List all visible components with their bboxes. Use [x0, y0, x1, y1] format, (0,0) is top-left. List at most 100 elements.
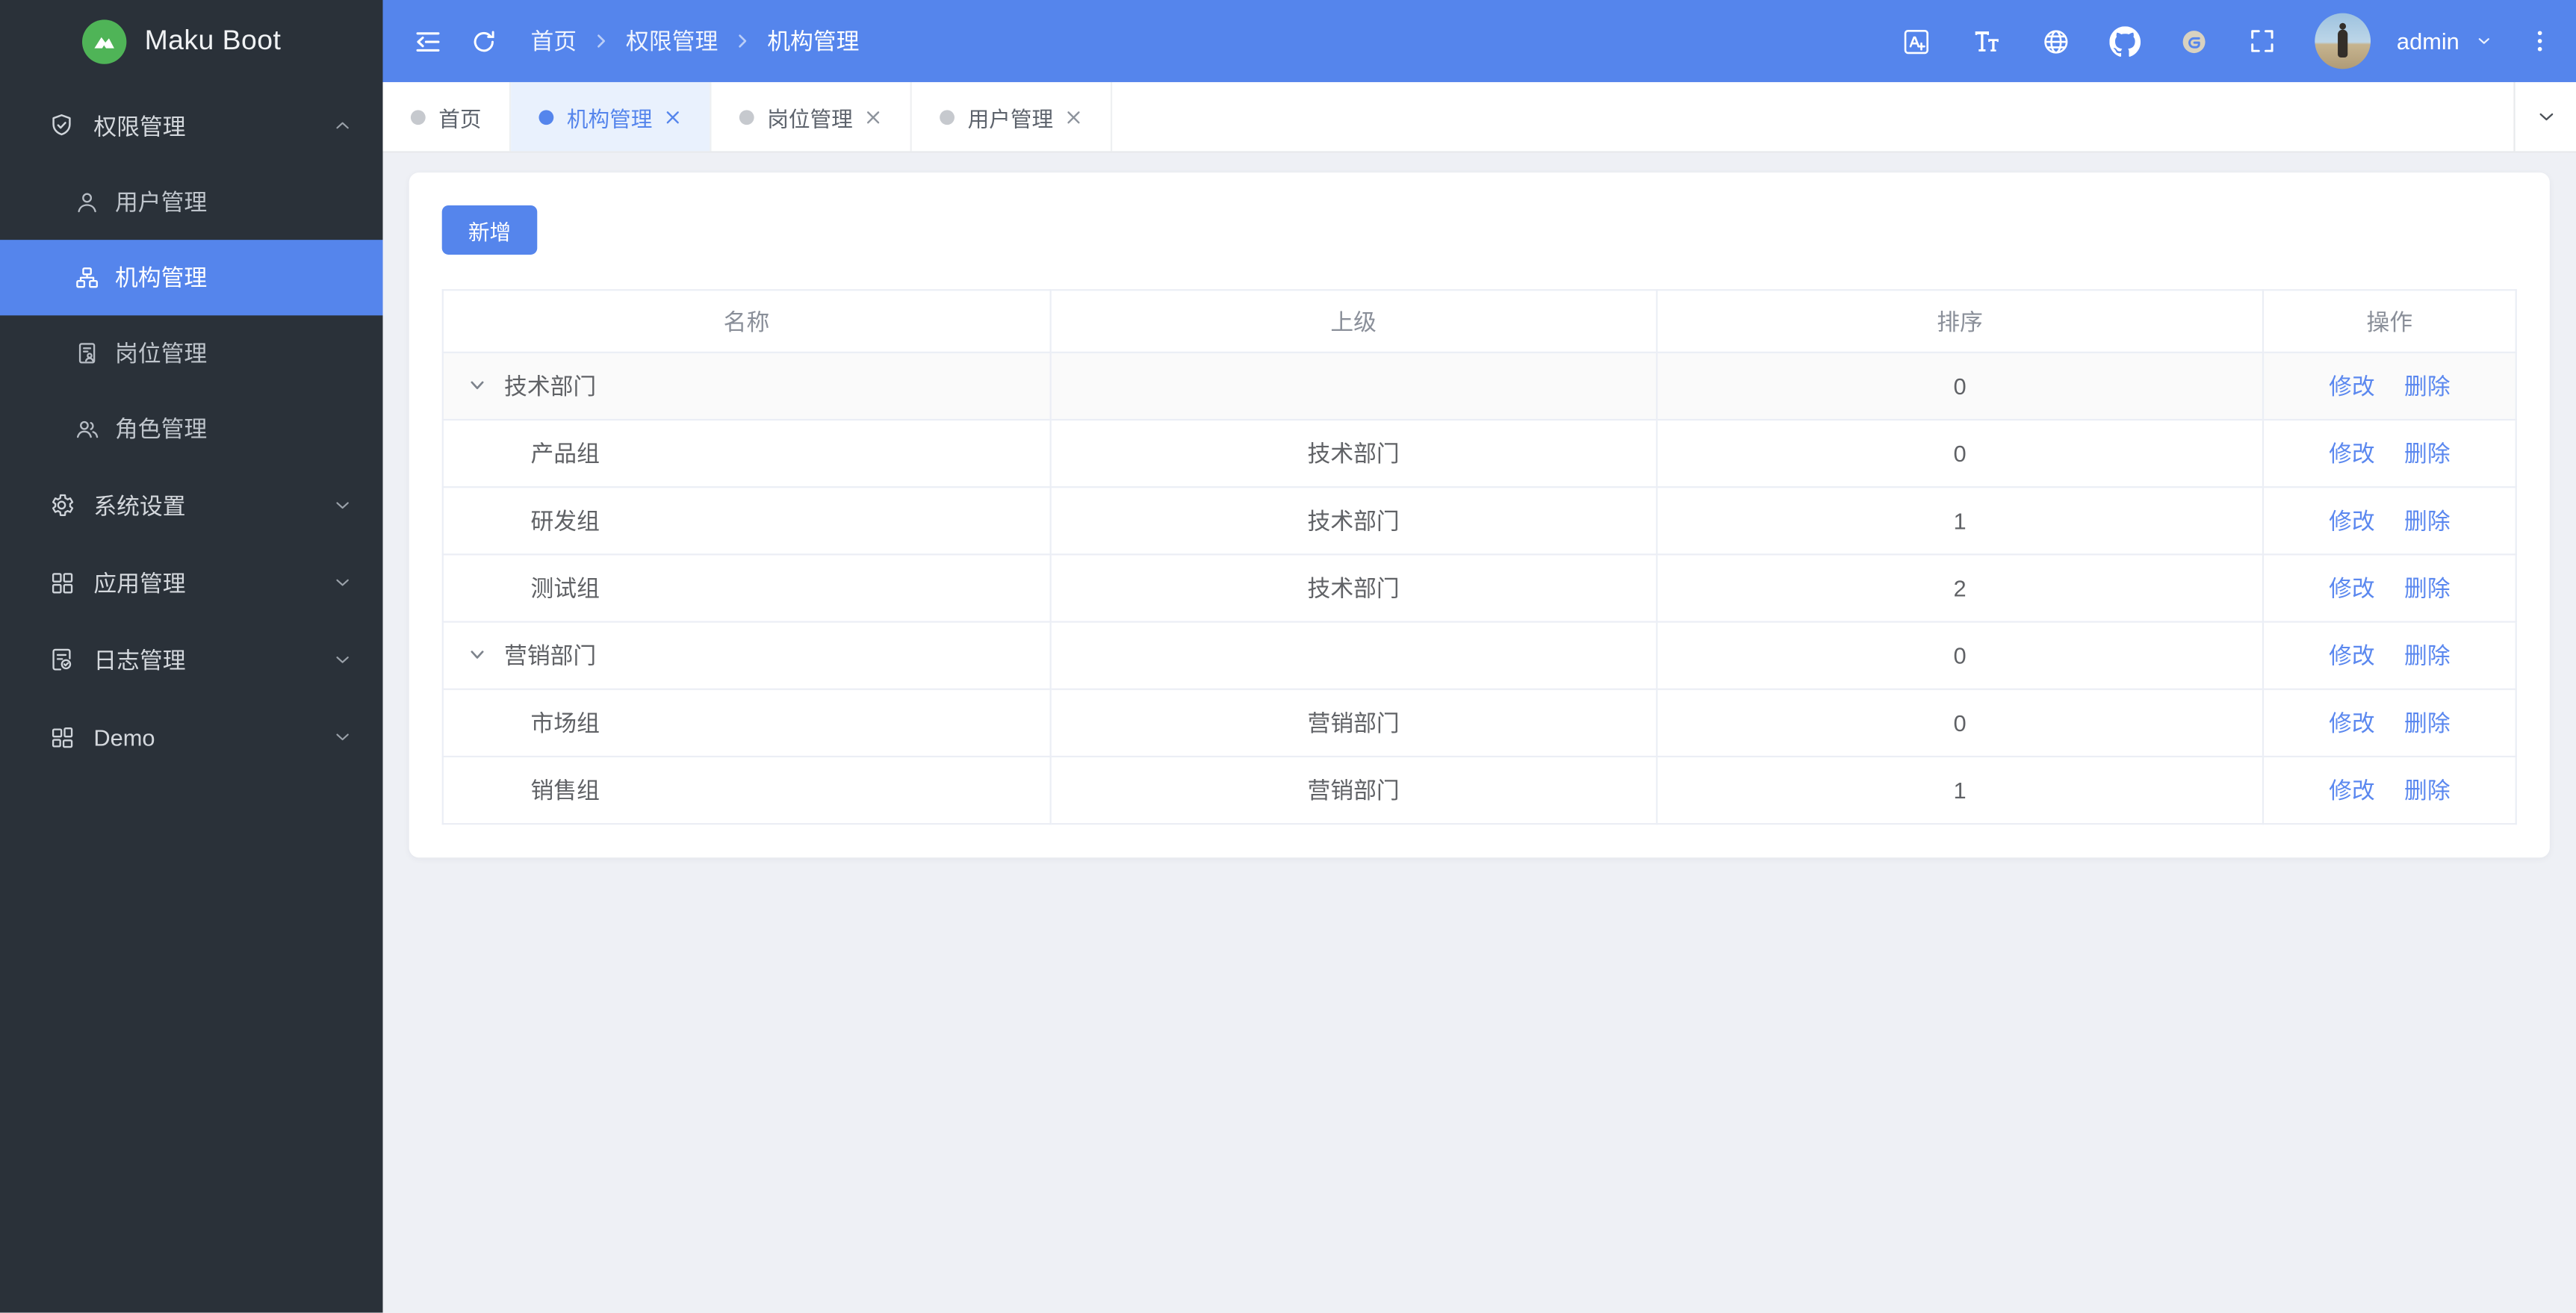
org-tree-icon: [74, 264, 100, 291]
edit-link[interactable]: 修改: [2329, 642, 2375, 668]
sidebar-group-label: 日志管理: [93, 646, 186, 673]
breadcrumb: 首页 权限管理 机构管理: [530, 25, 859, 58]
page-content: 新增 名称 上级 排序 操作 技术部门 0 修改 删除 产品组 技术部门 0 修…: [383, 153, 2576, 1313]
table-row[interactable]: 营销部门 0 修改 删除: [441, 621, 2517, 690]
sidebar-item-label: 机构管理: [114, 264, 208, 291]
app-logo[interactable]: Maku Boot: [0, 0, 383, 82]
org-name: 技术部门: [504, 373, 597, 400]
breadcrumb-item-permission[interactable]: 权限管理: [626, 25, 718, 58]
delete-link[interactable]: 删除: [2404, 642, 2451, 668]
tab-label: 机构管理: [566, 105, 653, 131]
table-row[interactable]: 技术部门 0 修改 删除: [441, 351, 2517, 421]
breadcrumb-item-org: 机构管理: [767, 28, 860, 55]
table-row[interactable]: 产品组 技术部门 0 修改 删除: [441, 418, 2517, 488]
tab-label: 首页: [438, 105, 482, 131]
font-size-icon[interactable]: [1970, 25, 2002, 58]
sidebar-menu: 权限管理 用户管理 机构管理 岗位管理 角色管理 系统设置 应用管理 日志管理 …: [0, 82, 383, 775]
sidebar-item-label: 岗位管理: [114, 340, 208, 367]
column-header-actions: 操作: [2262, 289, 2517, 353]
delete-link[interactable]: 删除: [2404, 777, 2451, 803]
globe-icon[interactable]: [2040, 25, 2072, 57]
sidebar-item-label: 角色管理: [114, 415, 208, 442]
edit-link[interactable]: 修改: [2329, 508, 2375, 534]
demo-grid-icon: [48, 724, 75, 750]
username[interactable]: admin: [2397, 28, 2459, 54]
expand-arrow-icon[interactable]: [467, 375, 488, 397]
sidebar-item-posts[interactable]: 岗位管理: [0, 315, 383, 391]
table-row[interactable]: 市场组 营销部门 0 修改 删除: [441, 688, 2517, 758]
github-icon[interactable]: [2109, 25, 2141, 57]
sidebar-group-permission[interactable]: 权限管理: [0, 87, 383, 164]
refresh-icon[interactable]: [455, 13, 511, 69]
kebab-menu-icon[interactable]: [2525, 26, 2555, 56]
sidebar-group-apps[interactable]: 应用管理: [0, 544, 383, 621]
org-sort: 0: [1655, 418, 2265, 488]
chevron-down-icon: [2534, 105, 2557, 128]
user-icon: [74, 189, 100, 215]
org-sort: 0: [1655, 621, 2265, 690]
tabs-dropdown[interactable]: [2513, 81, 2576, 152]
close-icon[interactable]: [664, 108, 682, 125]
delete-link[interactable]: 删除: [2404, 373, 2451, 399]
org-parent: 技术部门: [1049, 418, 1658, 488]
sidebar-group-demo[interactable]: Demo: [0, 698, 383, 775]
tab-home[interactable]: 首页: [383, 81, 512, 152]
fullscreen-icon[interactable]: [2247, 26, 2277, 56]
org-parent: 营销部门: [1049, 755, 1658, 825]
org-sort: 0: [1655, 351, 2265, 421]
org-parent: 技术部门: [1049, 553, 1658, 623]
sidebar-item-users[interactable]: 用户管理: [0, 164, 383, 240]
delete-link[interactable]: 删除: [2404, 710, 2451, 736]
delete-link[interactable]: 删除: [2404, 575, 2451, 601]
chevron-down-icon[interactable]: [2474, 31, 2494, 51]
org-parent: [1049, 621, 1658, 690]
table-row[interactable]: 研发组 技术部门 1 修改 删除: [441, 486, 2517, 556]
delete-link[interactable]: 删除: [2404, 440, 2451, 466]
sidebar-item-orgs[interactable]: 机构管理: [0, 240, 383, 316]
topbar: 首页 权限管理 机构管理 admin: [382, 0, 2576, 82]
chevron-down-icon: [332, 571, 353, 593]
table-row[interactable]: 测试组 技术部门 2 修改 删除: [441, 553, 2517, 623]
tab-user-management[interactable]: 用户管理: [912, 81, 1113, 152]
gitee-icon[interactable]: [2178, 25, 2209, 57]
org-card: 新增 名称 上级 排序 操作 技术部门 0 修改 删除 产品组 技术部门 0 修…: [409, 172, 2550, 858]
org-sort: 1: [1655, 486, 2265, 556]
menu-fold-icon[interactable]: [400, 13, 456, 69]
tab-label: 用户管理: [967, 105, 1054, 131]
gear-icon: [48, 491, 75, 519]
edit-link[interactable]: 修改: [2329, 777, 2375, 803]
delete-link[interactable]: 删除: [2404, 508, 2451, 534]
edit-link[interactable]: 修改: [2329, 440, 2375, 466]
sidebar-group-label: 权限管理: [93, 112, 186, 139]
sidebar-group-label: 系统设置: [93, 491, 186, 518]
shield-check-icon: [48, 112, 75, 140]
table-row[interactable]: 销售组 营销部门 1 修改 删除: [441, 755, 2517, 825]
roles-icon: [74, 416, 100, 442]
tab-org-management[interactable]: 机构管理: [511, 81, 712, 152]
org-sort: 2: [1655, 553, 2265, 623]
log-file-icon: [48, 645, 75, 673]
tab-dot-icon: [410, 109, 426, 125]
edit-link[interactable]: 修改: [2329, 575, 2375, 601]
close-icon[interactable]: [864, 108, 882, 125]
add-button[interactable]: 新增: [441, 205, 538, 255]
table-header-row: 名称 上级 排序 操作: [441, 289, 2517, 353]
edit-link[interactable]: 修改: [2329, 373, 2375, 399]
org-name: 产品组: [530, 440, 600, 467]
tab-dot-icon: [739, 109, 754, 125]
sidebar-group-system[interactable]: 系统设置: [0, 467, 383, 544]
tab-post-management[interactable]: 岗位管理: [712, 81, 912, 152]
column-header-parent: 上级: [1049, 289, 1658, 353]
close-icon[interactable]: [1064, 108, 1082, 125]
edit-link[interactable]: 修改: [2329, 710, 2375, 736]
expand-arrow-icon[interactable]: [467, 644, 488, 665]
translate-icon[interactable]: [1901, 25, 1932, 57]
tab-dot-icon: [940, 109, 955, 125]
org-parent: [1049, 351, 1658, 421]
avatar[interactable]: [2314, 13, 2371, 69]
sidebar-item-roles[interactable]: 角色管理: [0, 391, 383, 467]
chevron-down-icon: [332, 494, 353, 516]
topbar-actions: admin: [1901, 13, 2555, 69]
breadcrumb-item-home[interactable]: 首页: [530, 25, 577, 58]
sidebar-group-logs[interactable]: 日志管理: [0, 621, 383, 698]
